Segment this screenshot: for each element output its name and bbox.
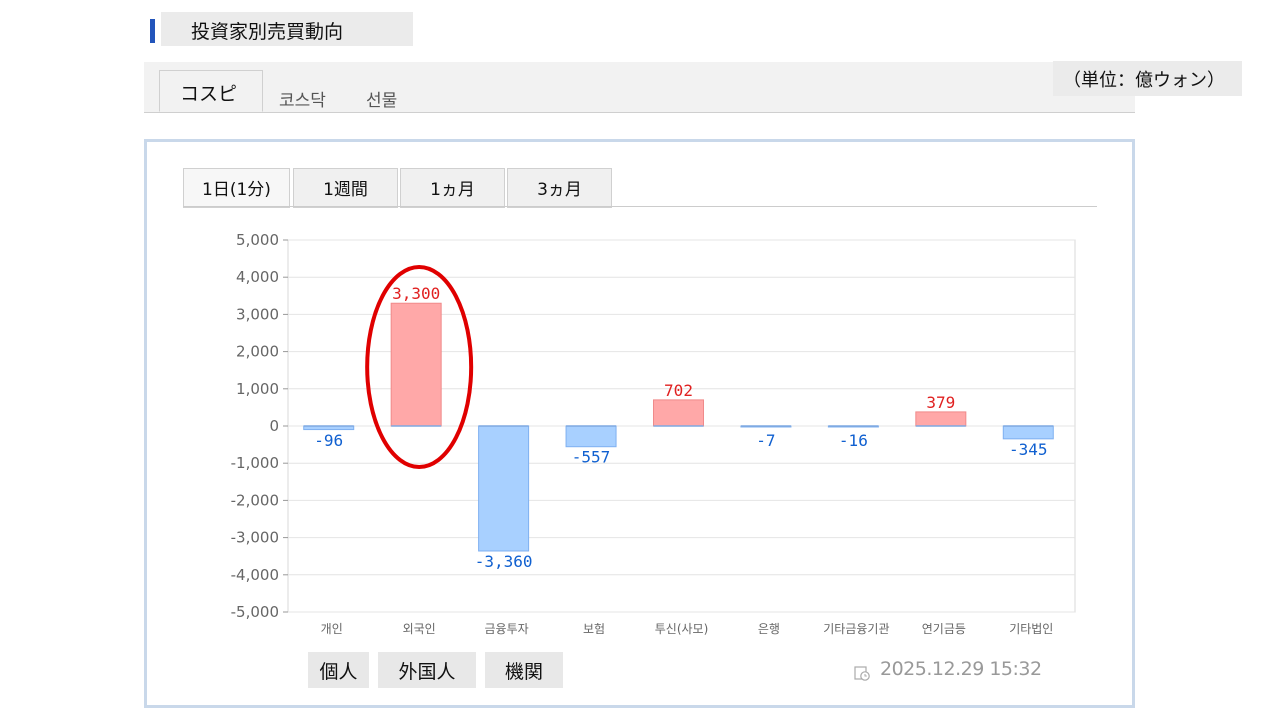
y-tick-label: 1,000 — [236, 380, 279, 398]
y-tick-label: 3,000 — [236, 305, 279, 323]
bar — [478, 425, 530, 552]
bar-value-label: -16 — [839, 431, 868, 450]
y-tick-label: 5,000 — [236, 231, 279, 249]
bar-value-label: -7 — [756, 431, 775, 450]
bar — [653, 399, 704, 427]
tab-kosdaq[interactable]: 코스닥 — [279, 86, 326, 111]
clock-icon — [854, 666, 870, 681]
bar-value-label: -96 — [314, 431, 343, 450]
x-tick-label: 투신(사모) — [655, 622, 709, 636]
x-tick-label: 은행 — [758, 621, 780, 636]
title-accent-bar — [150, 19, 155, 43]
bar — [390, 302, 442, 427]
bar — [915, 411, 967, 427]
bar — [1002, 425, 1054, 440]
y-tick-label: -2,000 — [231, 491, 279, 509]
x-tick-label: 개인 — [321, 622, 343, 636]
bar-value-label: 3,300 — [392, 284, 440, 303]
y-tick-label: -1,000 — [231, 454, 279, 472]
tab-kospi[interactable]: コスピ — [159, 70, 263, 112]
bar — [565, 425, 617, 448]
y-tick-label: 0 — [269, 417, 279, 435]
unit-label: （単位：億ウォン） — [1063, 70, 1225, 91]
y-tick-label: -5,000 — [231, 603, 279, 621]
timestamp: 2025.12.29 15:32 — [880, 658, 1042, 680]
bar-value-label: -345 — [1009, 440, 1048, 459]
unit-box: （単位：億ウォン） — [1053, 61, 1242, 96]
investor-bar-chart: 5,000 4,000 3,000 2,000 1,000 0 -1,000 -2,000 -3… — [231, 231, 1076, 636]
group-foreign: 外国人 — [378, 652, 476, 688]
section-title-box: 投資家別売買動向 — [161, 12, 413, 46]
tab-kospi-label: コスピ — [180, 83, 238, 105]
x-tick-label: 기타법인 — [1009, 622, 1053, 636]
x-tick-label: 금융투자 — [485, 622, 529, 636]
x-tick-label: 기타금융기관 — [823, 622, 889, 636]
market-tabs: コスピ 코스닥 선물 — [144, 62, 1135, 113]
bar-value-label: -3,360 — [475, 552, 533, 571]
tab-futures[interactable]: 선물 — [366, 86, 397, 111]
group-individual: 個人 — [308, 652, 369, 688]
y-tick-label: 4,000 — [236, 268, 279, 286]
section-title: 投資家別売買動向 — [191, 21, 344, 43]
y-tick-label: -4,000 — [231, 566, 279, 584]
x-tick-label: 외국인 — [403, 622, 436, 636]
chart-panel: 1日(1分) 1週間 1ヵ月 3ヵ月 5,000 4,000 3,000 2,000 1… — [144, 139, 1135, 708]
x-tick-label: 연기금등 — [922, 622, 966, 636]
y-tick-label: -3,000 — [231, 529, 279, 547]
x-tick-label: 보험 — [583, 622, 605, 636]
bar-value-label: 702 — [664, 381, 693, 400]
bar-value-label: -557 — [572, 448, 611, 467]
y-tick-label: 2,000 — [236, 343, 279, 361]
bar-value-label: 379 — [926, 393, 955, 412]
group-institution: 機関 — [485, 652, 563, 688]
